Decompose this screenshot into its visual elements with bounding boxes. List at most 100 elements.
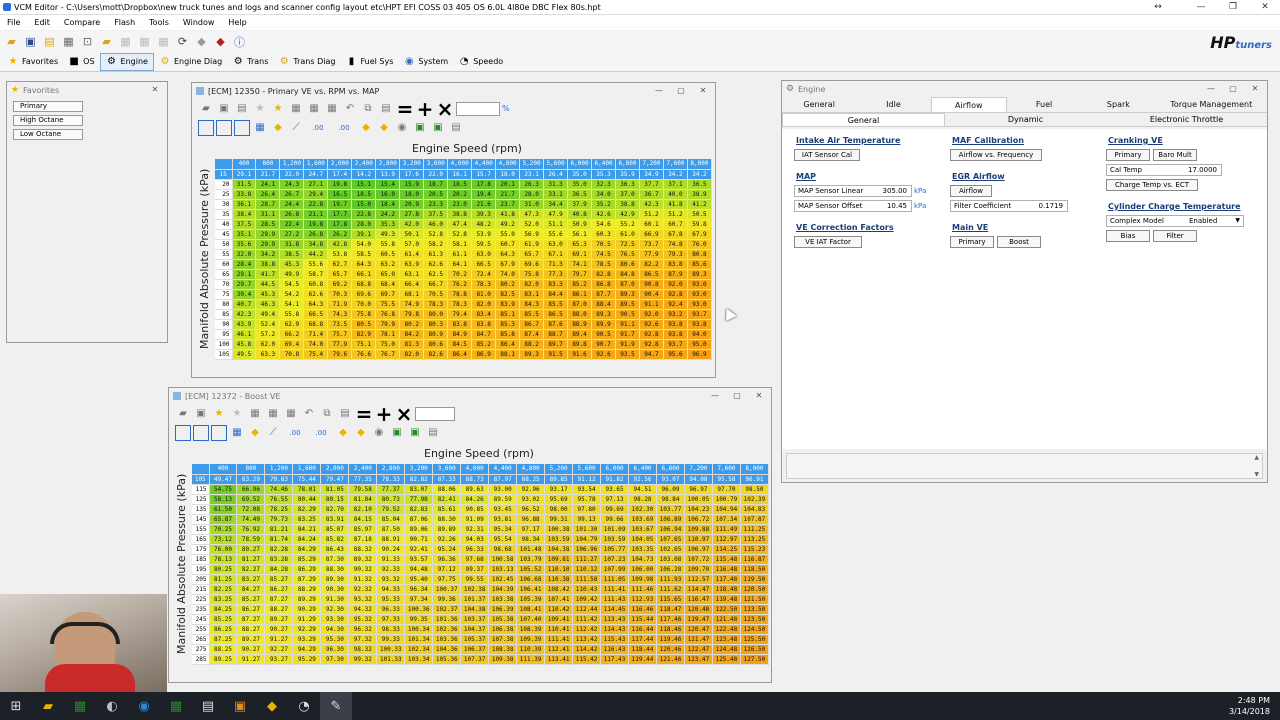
table-cell[interactable]: 100.05 [684, 494, 713, 505]
table-cell[interactable]: 93.00 [488, 484, 518, 495]
table-cell[interactable]: 92.30 [320, 604, 350, 615]
column-header[interactable]: 4,000 [460, 464, 490, 475]
table-cell[interactable]: 76.55 [264, 494, 294, 505]
table-cell[interactable]: 110.10 [544, 564, 574, 575]
table-cell[interactable]: 53.8 [327, 249, 353, 260]
table-cell[interactable]: 47.9 [543, 209, 569, 220]
table-cell[interactable]: 85.27 [264, 574, 294, 585]
table-cell[interactable]: 107.41 [544, 594, 574, 605]
table-cell[interactable]: 74.8 [663, 239, 688, 250]
table-cell[interactable]: 63.0 [543, 239, 569, 250]
table-cell[interactable]: 88.30 [432, 514, 462, 525]
grid3-icon[interactable]: ▦ [283, 406, 299, 422]
table-cell[interactable]: 76.0 [687, 239, 713, 250]
table-cell[interactable]: 80.0 [423, 309, 449, 320]
table-cell[interactable]: 100.37 [432, 584, 462, 595]
table-cell[interactable]: 34.2 [687, 169, 713, 180]
table-cell[interactable]: 82.9 [351, 329, 377, 340]
table-cell[interactable]: 114.25 [712, 544, 741, 555]
table-cell[interactable]: 103.79 [516, 554, 546, 565]
table-cell[interactable]: 34.8 [303, 239, 329, 250]
minimize-button[interactable]: — [707, 390, 723, 401]
table-cell[interactable]: 71.4 [303, 329, 329, 340]
table-cell[interactable]: 47.3 [519, 209, 545, 220]
table-cell[interactable]: 103.36 [432, 634, 462, 645]
table-cell[interactable]: 87.33 [432, 474, 462, 485]
excel-icon[interactable]: ▦ [64, 692, 96, 720]
table-cell[interactable]: 92.31 [460, 524, 490, 535]
multiply-icon[interactable]: × [395, 404, 413, 424]
table-cell[interactable]: 83.8 [471, 319, 497, 330]
table-cell[interactable]: 109.39 [516, 634, 546, 645]
table-cell[interactable]: 77.9 [639, 249, 664, 260]
table-cell[interactable]: 61.50 [209, 504, 238, 515]
table-cell[interactable]: 121.46 [656, 654, 685, 665]
row-header[interactable]: 50 [215, 239, 233, 250]
table-cell[interactable]: 19.4 [471, 189, 497, 200]
table-cell[interactable]: 81.0 [471, 289, 497, 300]
table-cell[interactable]: 96.97 [684, 484, 713, 495]
close-button[interactable]: ✕ [1250, 0, 1280, 15]
table-cell[interactable]: 37.5 [423, 209, 449, 220]
table-cell[interactable]: 107.72 [684, 554, 713, 565]
table-cell[interactable]: 89.29 [292, 594, 322, 605]
table-cell[interactable]: 35.9 [615, 169, 640, 180]
table-cell[interactable]: 94.08 [684, 474, 713, 485]
table-cell[interactable]: 52.8 [423, 229, 449, 240]
table-cell[interactable]: 85.07 [320, 524, 350, 535]
table-cell[interactable]: 109.38 [488, 654, 518, 665]
table-cell[interactable]: 28.7 [255, 199, 281, 210]
table-cell[interactable]: 75.8 [519, 269, 545, 280]
table-cell[interactable]: 49.9 [279, 269, 305, 280]
table-cell[interactable]: 93.8 [663, 319, 688, 330]
table-cell[interactable]: 104.39 [488, 584, 518, 595]
table-cell[interactable]: 118.48 [712, 584, 741, 595]
table-cell[interactable]: 45.3 [279, 259, 305, 270]
table-cell[interactable]: 21.1 [303, 209, 329, 220]
table-cell[interactable]: 23.1 [519, 169, 545, 180]
table-cell[interactable]: 92.26 [432, 534, 462, 545]
table-cell[interactable]: 109.70 [684, 564, 713, 575]
table-cell[interactable]: 61.9 [519, 239, 545, 250]
table-cell[interactable]: 103.67 [628, 524, 657, 535]
table-cell[interactable]: 95.54 [488, 534, 518, 545]
table-cell[interactable]: 75.5 [375, 299, 401, 310]
table-cell[interactable]: 86.4 [447, 349, 473, 360]
table-cell[interactable]: 106.37 [460, 644, 490, 655]
table-cell[interactable]: 115.44 [628, 614, 657, 625]
table-cell[interactable]: 18.5 [351, 189, 377, 200]
info-icon[interactable]: ⓘ [231, 33, 248, 50]
table-cell[interactable]: 17.8 [471, 179, 497, 190]
snap-button[interactable]: ↔ [1143, 0, 1173, 15]
table-cell[interactable]: 45.8 [232, 339, 257, 350]
table-cell[interactable]: 116.87 [740, 554, 770, 565]
table-cell[interactable]: 61.1 [447, 249, 473, 260]
table-cell[interactable]: 97.12 [432, 564, 462, 575]
view-table-icon[interactable] [198, 119, 214, 136]
column-header[interactable]: 8,000 [740, 464, 770, 475]
table-cell[interactable]: 85.61 [432, 504, 462, 515]
cranking-baro-mult-button[interactable]: Baro Mult [1153, 149, 1197, 161]
table-cell[interactable]: 112.42 [572, 624, 602, 635]
table-cell[interactable]: 96.36 [432, 554, 462, 565]
table-cell[interactable]: 96.52 [516, 504, 546, 515]
table-cell[interactable]: 108.38 [488, 644, 518, 655]
table-cell[interactable]: 70.5 [423, 289, 449, 300]
table-cell[interactable]: 24.7 [303, 169, 329, 180]
operation-value-input[interactable] [415, 406, 455, 421]
table-cell[interactable]: 28.4 [232, 259, 257, 270]
table-cell[interactable]: 106.39 [488, 604, 518, 615]
table-cell[interactable]: 107.40 [516, 614, 546, 625]
table-cell[interactable]: 30.4 [232, 289, 257, 300]
table-cell[interactable]: 88.1 [495, 349, 521, 360]
table-cell[interactable]: 79.73 [264, 514, 294, 525]
table-cell[interactable]: 81.84 [348, 494, 378, 505]
table-cell[interactable]: 34.9 [639, 169, 664, 180]
row-header[interactable]: 15 [215, 169, 233, 180]
table-cell[interactable]: 93.8 [687, 319, 713, 330]
table-cell[interactable]: 59.5 [471, 239, 497, 250]
table-cell[interactable]: 87.7 [591, 289, 616, 300]
table-cell[interactable]: 22.0 [279, 169, 305, 180]
row-header[interactable]: 75 [215, 289, 233, 300]
table-cell[interactable]: 97.68 [460, 554, 490, 565]
